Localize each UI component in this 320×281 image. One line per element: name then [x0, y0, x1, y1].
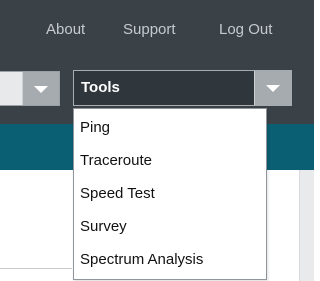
- divider: [0, 268, 72, 269]
- header-bar: About Support Log Out Tools: [0, 0, 314, 124]
- left-dropdown-field[interactable]: [0, 72, 22, 105]
- logout-link[interactable]: Log Out: [219, 21, 272, 38]
- menu-item-ping[interactable]: Ping: [74, 111, 266, 144]
- chevron-down-icon: [266, 85, 280, 92]
- tools-dropdown-arrow-button[interactable]: [254, 71, 291, 105]
- menu-item-traceroute[interactable]: Traceroute: [74, 144, 266, 177]
- about-link[interactable]: About: [46, 21, 85, 38]
- tools-dropdown-label: Tools: [81, 79, 120, 96]
- tools-dropdown[interactable]: Tools: [73, 70, 292, 106]
- chevron-down-icon: [34, 85, 48, 93]
- menu-item-speed-test[interactable]: Speed Test: [74, 177, 266, 210]
- menu-item-spectrum-analysis[interactable]: Spectrum Analysis: [74, 243, 266, 276]
- menu-item-survey[interactable]: Survey: [74, 210, 266, 243]
- left-dropdown[interactable]: [0, 71, 60, 106]
- right-panel-edge: [299, 170, 314, 281]
- tools-dropdown-menu: Ping Traceroute Speed Test Survey Spectr…: [73, 108, 267, 280]
- left-dropdown-arrow-button[interactable]: [22, 72, 59, 105]
- app-root: About Support Log Out Tools Ping Tracero…: [0, 0, 314, 281]
- support-link[interactable]: Support: [123, 21, 176, 38]
